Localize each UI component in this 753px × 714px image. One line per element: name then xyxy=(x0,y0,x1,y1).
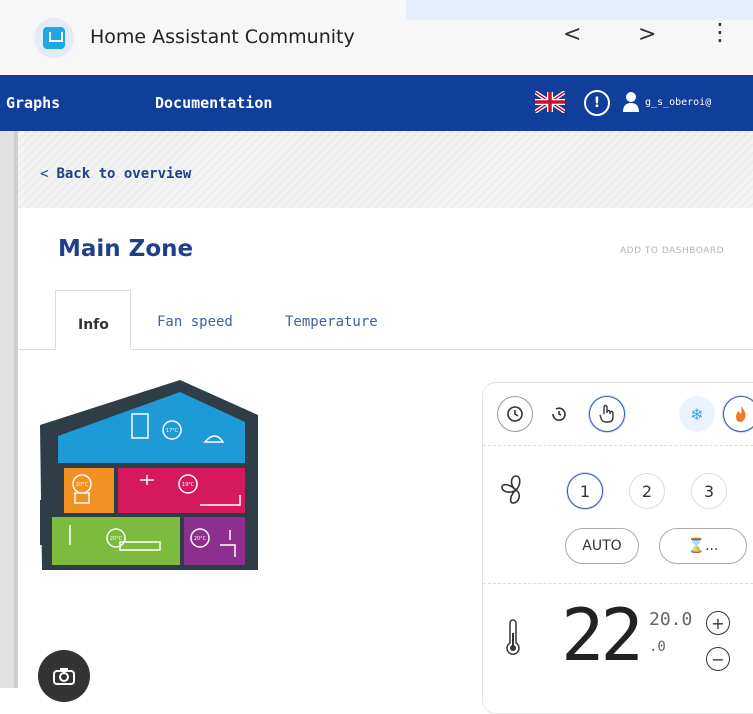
current-temperature-decimal: .0 xyxy=(649,639,666,655)
temp-badge-purple: 20°C xyxy=(194,536,207,542)
fan-auto-button[interactable]: AUTO xyxy=(565,528,639,564)
app-title: Home Assistant Community xyxy=(90,26,355,48)
tab-bar: Info Fan speed Temperature xyxy=(18,288,753,350)
camera-icon xyxy=(53,668,75,685)
url-highlight xyxy=(406,0,753,20)
more-menu-button[interactable]: ⋮ xyxy=(708,18,732,46)
divider xyxy=(483,445,753,446)
chevron-left-icon: < xyxy=(40,166,49,182)
user-name[interactable]: g_s_oberoi@ xyxy=(645,97,711,108)
tab-temperature[interactable]: Temperature xyxy=(285,314,378,330)
divider xyxy=(483,583,753,584)
add-to-dashboard-button[interactable]: ADD TO DASHBOARD xyxy=(620,246,724,256)
tab-fan-speed[interactable]: Fan speed xyxy=(157,314,233,330)
uk-flag-icon[interactable] xyxy=(535,91,565,113)
temp-badge-pink: 19°C xyxy=(182,482,195,488)
forward-button[interactable]: > xyxy=(638,22,656,47)
current-temperature: 22 xyxy=(561,593,644,677)
temperature-decrease-button[interactable]: − xyxy=(706,647,730,671)
home-assistant-app-icon xyxy=(34,18,74,58)
fan-timer-button[interactable]: ⌛... xyxy=(659,528,747,564)
camera-button[interactable] xyxy=(38,650,90,702)
temperature-increase-button[interactable]: + xyxy=(706,611,730,635)
overview-bar: < Back to overview xyxy=(18,131,753,208)
fan-speed-3-button[interactable]: 3 xyxy=(691,473,727,509)
app-bar: Home Assistant Community < > ⋮ xyxy=(0,0,753,75)
climate-control-panel: ❄ 1 2 3 AUTO ⌛... 22 20.0 .0 + − xyxy=(482,382,753,714)
fan-speed-2-button[interactable]: 2 xyxy=(629,473,665,509)
fan-icon xyxy=(501,475,521,504)
back-to-overview-link[interactable]: < Back to overview xyxy=(40,166,191,182)
temp-badge-orange: 20°C xyxy=(76,482,89,488)
temp-badge-top: 17°C xyxy=(166,428,179,434)
user-icon[interactable] xyxy=(622,91,640,113)
schedule-icon[interactable] xyxy=(541,396,577,432)
setpoint-temperature: 20.0 xyxy=(649,609,693,630)
back-to-overview-label: Back to overview xyxy=(56,166,192,182)
fan-speed-1-button[interactable]: 1 xyxy=(567,473,603,509)
nav-graphs[interactable]: Graphs xyxy=(6,94,60,112)
manual-hand-icon[interactable] xyxy=(589,396,625,432)
snowflake-icon[interactable]: ❄ xyxy=(679,396,715,432)
clock-icon[interactable] xyxy=(497,396,533,432)
house-illustration: 17°C 20°C 19°C 20°C 20°C xyxy=(40,380,258,570)
left-border xyxy=(0,131,18,688)
temp-badge-green: 20°C xyxy=(110,536,123,542)
page-title: Main Zone xyxy=(58,236,194,262)
flame-icon[interactable] xyxy=(723,396,753,432)
tab-info-label: Info xyxy=(78,317,109,333)
tab-info[interactable]: Info xyxy=(55,290,131,350)
alert-icon[interactable]: ! xyxy=(584,90,610,116)
nav-documentation[interactable]: Documentation xyxy=(155,94,272,112)
thermometer-icon xyxy=(506,619,520,655)
back-button[interactable]: < xyxy=(563,22,581,47)
main-nav: Graphs Documentation ! g_s_oberoi@ xyxy=(0,75,753,131)
